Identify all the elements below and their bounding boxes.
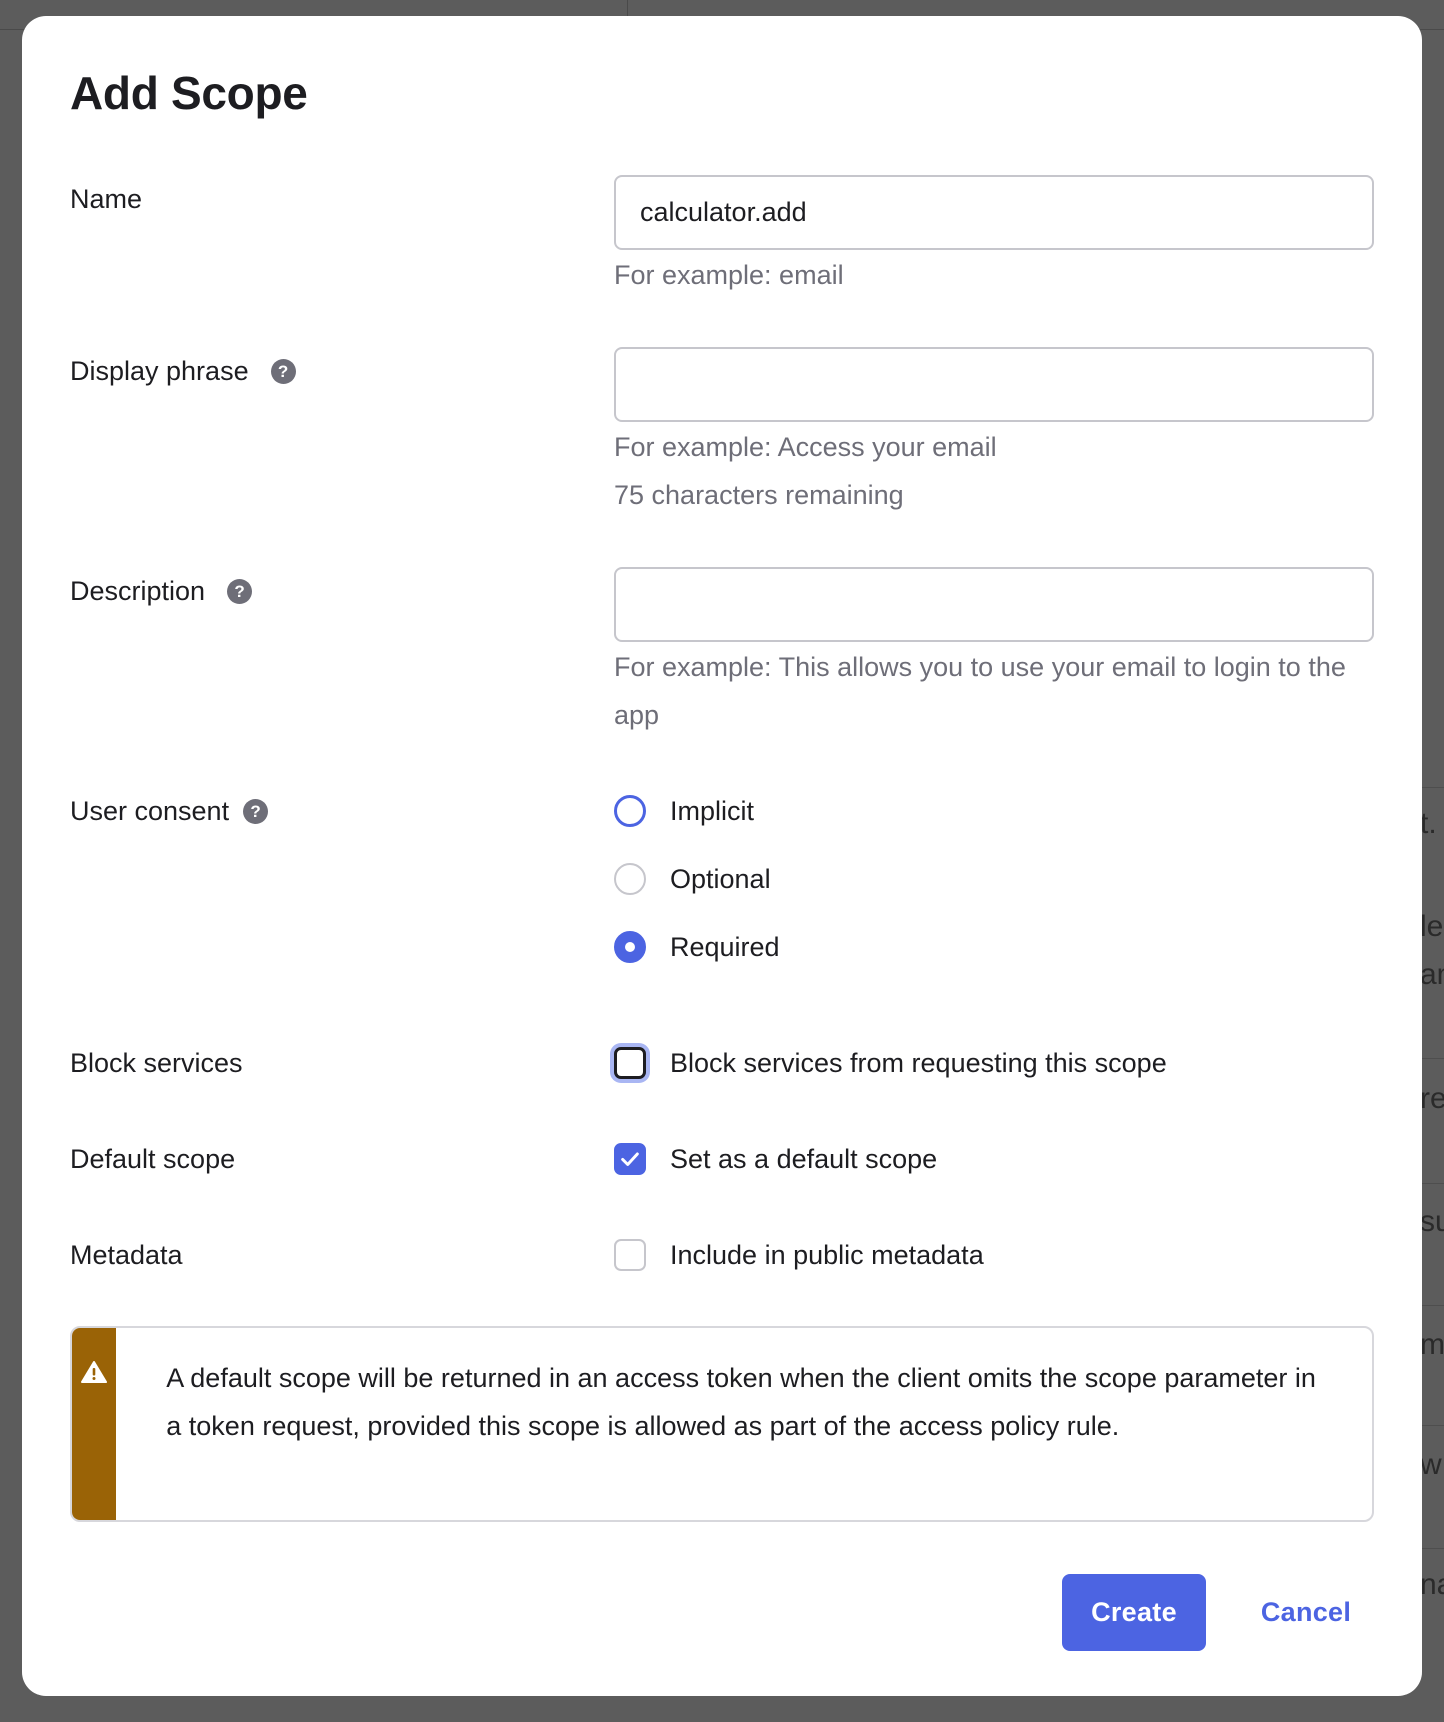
description-input[interactable]	[614, 567, 1374, 642]
optional-radio[interactable]	[614, 863, 646, 895]
block-services-option[interactable]: Block services from requesting this scop…	[614, 1047, 1167, 1079]
default-scope-label: Default scope	[70, 1144, 235, 1175]
metadata-checkbox-label: Include in public metadata	[670, 1239, 984, 1270]
warning-callout: A default scope will be returned in an a…	[70, 1326, 1374, 1522]
display-phrase-input[interactable]	[614, 347, 1374, 422]
user-consent-label: User consent ?	[70, 796, 269, 827]
radio-option-implicit[interactable]: Implicit	[614, 795, 754, 827]
background-text-fragment: w	[1420, 1448, 1442, 1481]
background-text-fragment: m	[1420, 1328, 1444, 1361]
radio-option-required[interactable]: Required	[614, 931, 780, 963]
callout-accent-bar	[72, 1328, 117, 1520]
add-scope-dialog: Add Scope Name For example: email Displa…	[22, 16, 1422, 1696]
block-services-checkbox-label: Block services from requesting this scop…	[670, 1047, 1167, 1078]
implicit-radio[interactable]	[614, 795, 646, 827]
dialog-title: Add Scope	[70, 67, 308, 119]
implicit-radio-label: Implicit	[670, 795, 755, 826]
required-radio[interactable]	[614, 931, 646, 963]
name-label: Name	[70, 184, 142, 215]
block-services-label: Block services	[70, 1048, 243, 1079]
help-icon[interactable]: ?	[270, 359, 296, 384]
display-phrase-hint: For example: Access your email	[614, 432, 997, 462]
background-text-fragment: re	[1420, 1082, 1444, 1115]
display-phrase-label-text: Display phrase	[70, 356, 249, 386]
description-label-text: Description	[70, 576, 206, 606]
cancel-button[interactable]: Cancel	[1246, 1574, 1366, 1651]
display-phrase-remaining: 75 characters remaining	[614, 480, 904, 510]
background-text-fragment: su	[1420, 1205, 1444, 1238]
name-input[interactable]	[614, 175, 1374, 250]
metadata-checkbox[interactable]	[614, 1239, 646, 1271]
default-scope-option[interactable]: Set as a default scope	[614, 1143, 937, 1175]
default-scope-label-text: Default scope	[70, 1144, 236, 1174]
callout-message: A default scope will be returned in an a…	[166, 1363, 1316, 1441]
metadata-label-text: Metadata	[70, 1240, 183, 1270]
optional-radio-label: Optional	[670, 863, 771, 894]
display-phrase-label: Display phrase ?	[70, 356, 296, 387]
default-scope-checkbox-label: Set as a default scope	[670, 1143, 938, 1174]
user-consent-label-text: User consent	[70, 796, 230, 826]
background-text-fragment: t.	[1420, 807, 1437, 840]
checkmark-icon	[621, 1152, 639, 1166]
default-scope-checkbox[interactable]	[614, 1143, 646, 1175]
description-label: Description ?	[70, 576, 253, 607]
help-icon[interactable]: ?	[227, 579, 253, 604]
create-button[interactable]: Create	[1062, 1574, 1206, 1651]
name-label-text: Name	[70, 184, 143, 214]
radio-option-optional[interactable]: Optional	[614, 863, 771, 895]
block-services-label-text: Block services	[70, 1048, 243, 1078]
description-hint: For example: This allows you to use your…	[614, 652, 1346, 730]
help-icon[interactable]: ?	[243, 799, 269, 824]
background-divider	[627, 0, 628, 16]
block-services-checkbox[interactable]	[614, 1047, 646, 1079]
metadata-option[interactable]: Include in public metadata	[614, 1239, 984, 1271]
background-text-fragment: le	[1420, 910, 1444, 943]
metadata-label: Metadata	[70, 1240, 183, 1271]
name-hint: For example: email	[614, 260, 844, 290]
required-radio-label: Required	[670, 931, 780, 962]
warning-icon	[81, 1361, 108, 1383]
background-text-fragment: am	[1420, 958, 1444, 991]
background-text-fragment: na	[1420, 1568, 1444, 1601]
